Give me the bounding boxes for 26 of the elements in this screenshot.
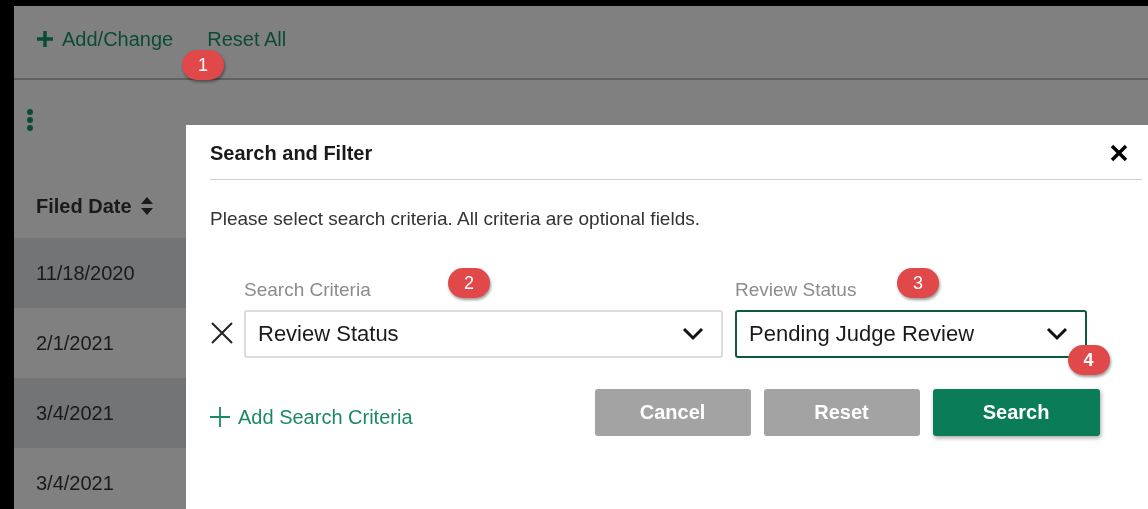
add-criteria-link[interactable]: Add Search Criteria bbox=[210, 401, 413, 432]
more-options-icon[interactable] bbox=[26, 108, 34, 132]
dialog-title: Search and Filter bbox=[210, 141, 373, 166]
column-header[interactable]: Filed Date bbox=[36, 191, 154, 221]
secondary-button[interactable]: Cancel bbox=[594, 388, 751, 436]
chevron-down-icon bbox=[1045, 325, 1069, 342]
close-icon[interactable] bbox=[1110, 144, 1128, 162]
dropdown-field[interactable]: Review Status bbox=[244, 309, 723, 358]
plus-icon bbox=[210, 406, 230, 427]
callout-badge: 1 bbox=[182, 50, 224, 80]
callout-badge: 2 bbox=[448, 267, 490, 298]
field-label: Search Criteria bbox=[244, 278, 371, 300]
sort-icon bbox=[139, 196, 154, 216]
callout-badge: 4 bbox=[1067, 344, 1110, 375]
secondary-button[interactable]: Reset bbox=[763, 388, 920, 436]
callout-badge: 3 bbox=[897, 267, 939, 298]
dropdown-field[interactable]: Pending Judge Review bbox=[735, 309, 1087, 358]
table-cell-text: 3/4/2021 bbox=[36, 471, 114, 496]
field-label: Review Status bbox=[735, 278, 857, 300]
dialog-description: Please select search criteria. All criteria are optional fields. bbox=[210, 207, 701, 231]
plus-icon bbox=[36, 30, 54, 48]
chevron-down-icon bbox=[681, 325, 705, 342]
table-cell-text: 2/1/2021 bbox=[36, 331, 114, 356]
table-cell-text: 11/18/2020 bbox=[36, 261, 135, 286]
table-cell-text: 3/4/2021 bbox=[36, 401, 114, 426]
remove-icon[interactable] bbox=[210, 320, 234, 345]
